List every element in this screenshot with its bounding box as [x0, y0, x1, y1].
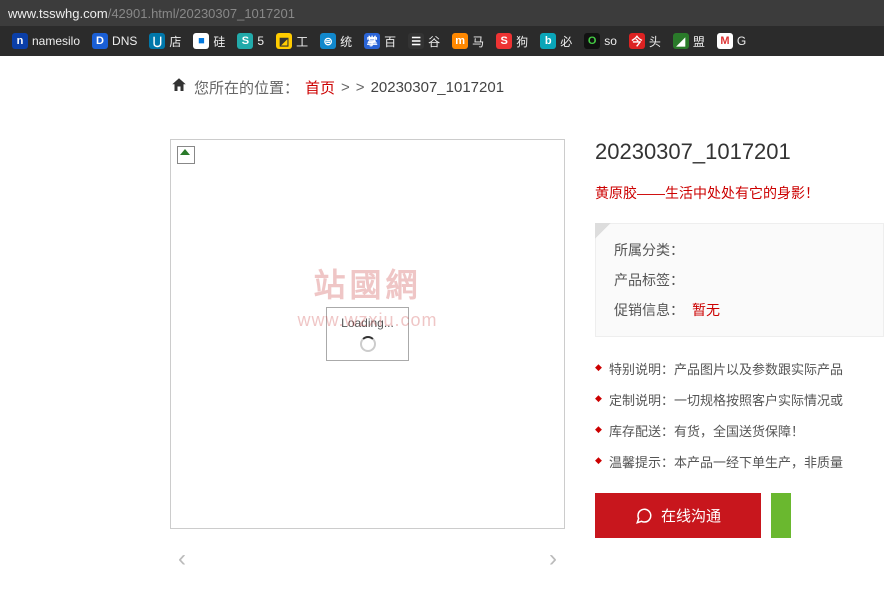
bookmark-label: G — [737, 34, 746, 48]
bookmark-item[interactable]: MG — [711, 33, 752, 49]
bookmark-icon: M — [717, 33, 733, 49]
broken-image-icon — [177, 146, 195, 164]
bookmark-label: 必 — [560, 33, 572, 50]
product-notes: 特别说明：产品图片以及参数跟实际产品定制说明：一切规格按照客户实际情况或库存配送… — [595, 359, 884, 471]
bookmark-label: so — [604, 34, 617, 48]
bookmark-icon: S — [237, 33, 253, 49]
bookmark-item[interactable]: ☰谷 — [402, 33, 446, 50]
bookmark-icon: 今 — [629, 33, 645, 49]
bookmark-icon: n — [12, 33, 28, 49]
bookmark-label: 店 — [169, 33, 181, 50]
bookmark-icon: ■ — [193, 33, 209, 49]
bookmark-label: namesilo — [32, 34, 80, 48]
product-title: 20230307_1017201 — [595, 139, 884, 165]
product-subtitle: 黄原胶——生活中处处有它的身影！ — [595, 183, 884, 203]
bookmark-icon: ⊜ — [320, 33, 336, 49]
bookmark-item[interactable]: ⊜统 — [314, 33, 358, 50]
bookmark-label: 狗 — [516, 33, 528, 50]
bookmark-label: 谷 — [428, 33, 440, 50]
bookmark-item[interactable]: 掌百 — [358, 33, 402, 50]
note-item: 定制说明：一切规格按照客户实际情况或 — [595, 390, 884, 409]
bookmark-label: 头 — [649, 33, 661, 50]
note-item: 特别说明：产品图片以及参数跟实际产品 — [595, 359, 884, 378]
browser-url-bar[interactable]: www.tsswhg.com/42901.html/20230307_10172… — [0, 0, 884, 26]
breadcrumb-home-link[interactable]: 首页 — [305, 77, 335, 98]
bookmark-item[interactable]: ◩工 — [270, 33, 314, 50]
breadcrumb: 您所在的位置： 首页 > > 20230307_1017201 — [170, 76, 884, 99]
secondary-button[interactable] — [771, 493, 791, 538]
bookmark-label: 硅 — [213, 33, 225, 50]
bookmarks-bar: nnamesiloDDNS⋃店■硅S5◩工⊜统掌百☰谷m马S狗b必Oso今头◢盟… — [0, 26, 884, 56]
bookmark-item[interactable]: b必 — [534, 33, 578, 50]
bookmark-icon: ⋃ — [149, 33, 165, 49]
bookmark-icon: m — [452, 33, 468, 49]
bookmark-icon: 掌 — [364, 33, 380, 49]
breadcrumb-current: 20230307_1017201 — [371, 79, 504, 96]
bookmark-item[interactable]: ⋃店 — [143, 33, 187, 50]
bookmark-item[interactable]: S5 — [231, 33, 270, 49]
bookmark-icon: D — [92, 33, 108, 49]
bookmark-label: 工 — [296, 33, 308, 50]
bookmark-icon: ☰ — [408, 33, 424, 49]
bookmark-icon: O — [584, 33, 600, 49]
meta-promo: 促销信息：暂无 — [614, 300, 865, 320]
bookmark-label: DNS — [112, 34, 137, 48]
bookmark-label: 统 — [340, 33, 352, 50]
bookmark-icon: ◢ — [673, 33, 689, 49]
home-icon[interactable] — [170, 76, 188, 99]
bookmark-item[interactable]: D DNS — [86, 33, 143, 49]
product-image-box: 站國網 www.wzxiu.com Loading... — [170, 139, 565, 529]
bookmark-item[interactable]: Oso — [578, 33, 623, 49]
loading-indicator: Loading... — [326, 307, 409, 361]
product-meta-box: 所属分类： 产品标签： 促销信息：暂无 — [595, 223, 884, 337]
chat-icon — [635, 507, 653, 525]
breadcrumb-prefix: 您所在的位置： — [194, 77, 299, 98]
url-text: www.tsswhg.com/42901.html/20230307_10172… — [8, 6, 295, 21]
breadcrumb-sep: > — [341, 79, 350, 96]
bookmark-label: 马 — [472, 33, 484, 50]
bookmark-label: 百 — [384, 33, 396, 50]
meta-category: 所属分类： — [614, 240, 865, 260]
note-item: 温馨提示：本产品一经下单生产，非质量 — [595, 452, 884, 471]
bookmark-item[interactable]: 今头 — [623, 33, 667, 50]
prev-image-arrow[interactable]: ‹ — [178, 545, 186, 573]
bookmark-item[interactable]: S狗 — [490, 33, 534, 50]
breadcrumb-sep: > — [356, 79, 365, 96]
bookmark-item[interactable]: ◢盟 — [667, 33, 711, 50]
bookmark-item[interactable]: n namesilo — [6, 33, 86, 49]
note-item: 库存配送：有货，全国送货保障！ — [595, 421, 884, 440]
bookmark-item[interactable]: m马 — [446, 33, 490, 50]
online-chat-button[interactable]: 在线沟通 — [595, 493, 761, 538]
bookmark-label: 盟 — [693, 33, 705, 50]
bookmark-icon: S — [496, 33, 512, 49]
bookmark-item[interactable]: ■硅 — [187, 33, 231, 50]
bookmark-icon: b — [540, 33, 556, 49]
bookmark-icon: ◩ — [276, 33, 292, 49]
next-image-arrow[interactable]: › — [549, 545, 557, 573]
meta-tags: 产品标签： — [614, 270, 865, 290]
spinner-icon — [360, 336, 376, 352]
bookmark-label: 5 — [257, 34, 264, 48]
